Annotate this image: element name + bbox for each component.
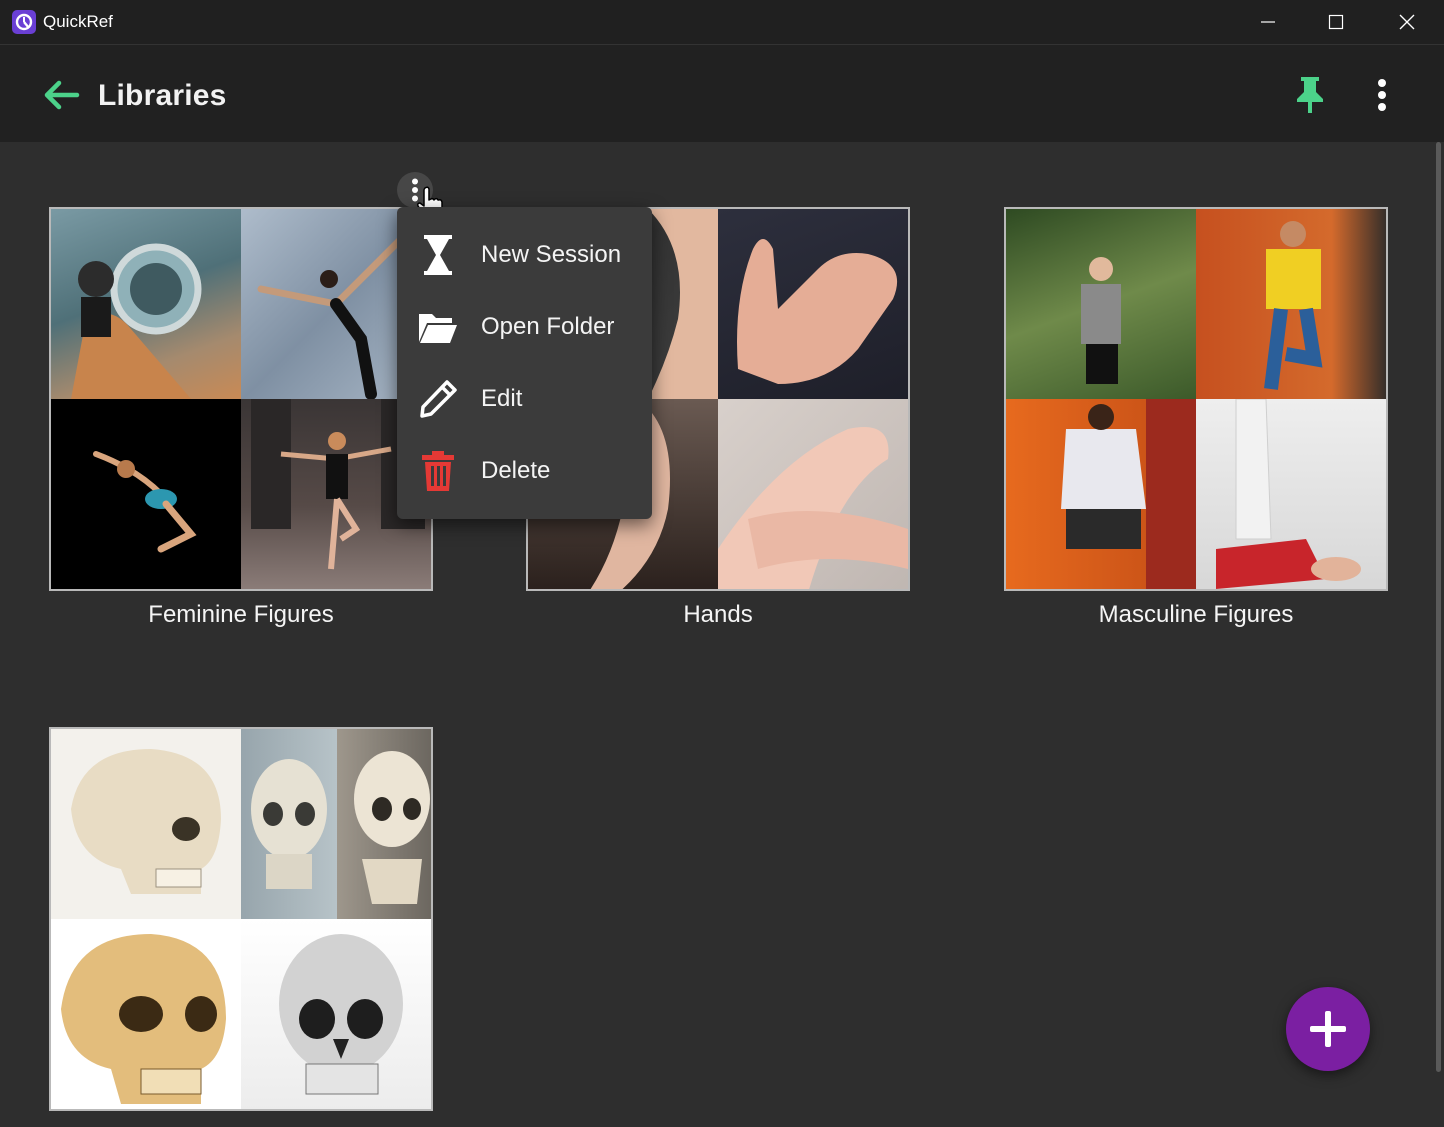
photo-skull-front-grey [241,729,337,919]
quickref-logo-icon [12,10,36,34]
menu-item-icon [417,306,459,348]
menu-item-edit[interactable]: Edit [397,363,652,435]
scrollbar[interactable] [1434,142,1443,1127]
library-thumbnail[interactable] [49,207,433,591]
photo-hands-crossed [718,399,908,589]
folder-open-icon [419,314,457,343]
photo-man-garden [1006,209,1196,399]
menu-item-label: Open Folder [481,313,615,340]
menu-item-label: New Session [481,241,622,268]
pin-icon [1297,77,1323,113]
library-thumbnail[interactable] [1004,207,1388,591]
photo-skull-bw [241,919,431,1109]
minimize-button[interactable] [1233,0,1303,44]
app-title: QuickRef [43,12,113,31]
library-context-menu: New Session Open Folder Edit Delete [397,207,652,519]
menu-item-open-folder[interactable]: Open Folder [397,291,652,363]
photo-man-blazer [1006,399,1196,589]
arrow-back-icon [44,80,80,110]
photo-laundromat-woman [51,209,241,399]
menu-item-delete[interactable]: Delete [397,435,652,507]
menu-item-label: Delete [481,457,551,484]
minimize-icon [1261,21,1275,23]
pencil-icon [420,380,457,418]
app-bar: Libraries [0,44,1444,142]
plus-icon [1310,1011,1346,1047]
photo-dancer-leap [51,399,241,589]
pin-button[interactable] [1286,71,1334,119]
add-library-button[interactable] [1286,987,1370,1071]
menu-item-icon [417,378,459,420]
menu-item-icon [417,450,459,492]
scrollbar-thumb[interactable] [1436,142,1441,1072]
hourglass-icon [424,235,452,275]
title-bar: QuickRef [0,0,1444,44]
library-thumbnail[interactable] [49,727,433,1111]
photo-skull-open-jaw [337,729,431,919]
photo-man-yellow-shirt [1196,209,1386,399]
library-name: Masculine Figures [1098,601,1294,628]
more-options-button[interactable] [1360,71,1404,119]
maximize-icon [1328,14,1344,30]
maximize-button[interactable] [1301,0,1371,44]
photo-man-headstand [1196,399,1386,589]
close-icon [1399,14,1415,30]
close-button[interactable] [1372,0,1442,44]
photo-skull-yellow [51,919,241,1109]
library-name: Feminine Figures [148,601,334,628]
menu-item-icon [417,234,459,276]
back-button[interactable] [40,75,84,115]
page-title: Libraries [98,79,227,112]
quickref-window: QuickRef Libraries Feminine Figures Hand… [0,0,1444,1127]
photo-hand-gesture [718,209,908,399]
library-name: Hands [683,601,753,628]
photo-skull-side [51,729,241,919]
trash-icon [422,451,454,491]
menu-item-label: Edit [481,385,523,412]
more-vert-icon [1378,79,1386,111]
menu-item-new-session[interactable]: New Session [397,219,652,291]
